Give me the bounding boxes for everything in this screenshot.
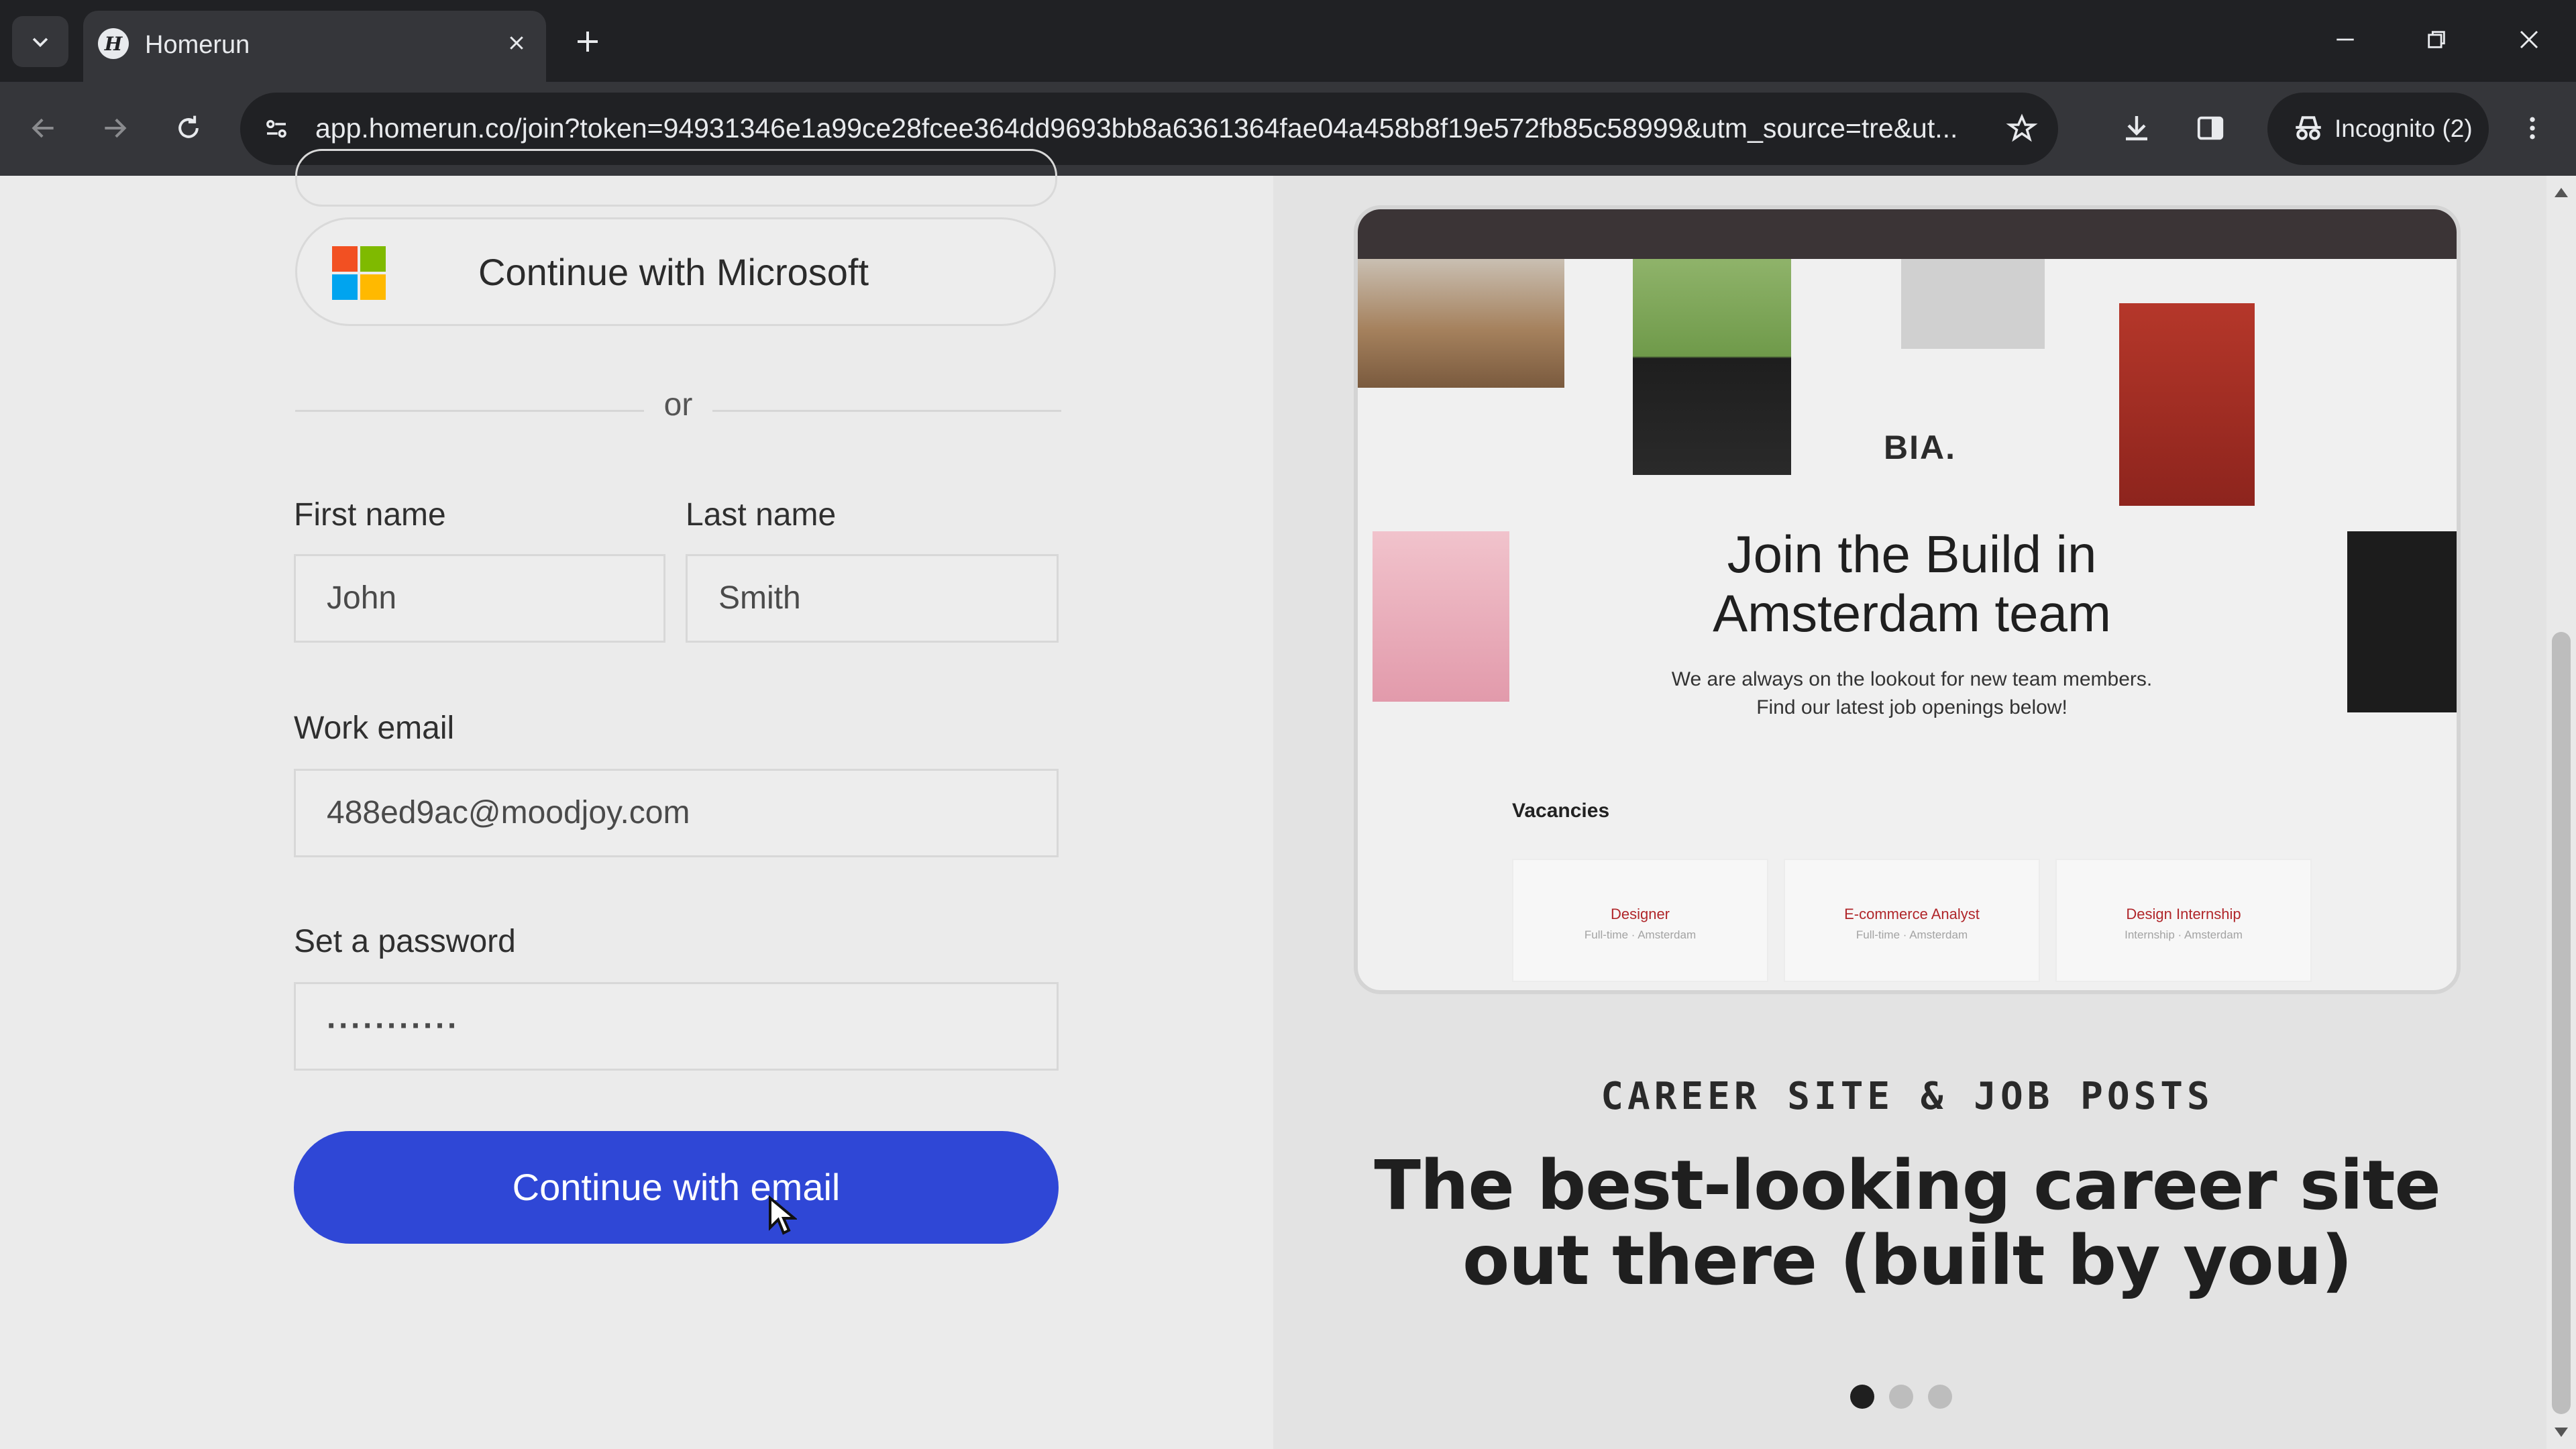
career-site-preview: BIA. Join the Build in Amsterdam team We… <box>1354 205 2461 994</box>
incognito-icon <box>2296 116 2321 140</box>
promo-eyebrow: CAREER SITE & JOB POSTS <box>1601 1075 2214 1118</box>
walking-person-photo <box>1901 259 2045 349</box>
vacancy-meta: Full-time · Amsterdam <box>1584 928 1697 941</box>
vacancies-heading: Vacancies <box>1512 800 1610 822</box>
work-email-label: Work email <box>294 710 455 746</box>
vacancy-meta: Full-time · Amsterdam <box>1856 928 1968 941</box>
page-scrollbar[interactable] <box>2546 176 2576 1449</box>
minimize-button[interactable] <box>2312 12 2379 67</box>
carousel-dots <box>1850 1385 1952 1409</box>
continue-with-microsoft-button[interactable]: Continue with Microsoft <box>295 217 1056 326</box>
first-name-label: First name <box>294 497 446 533</box>
vacancy-card: Design Internship Internship · Amsterdam <box>2055 859 2312 982</box>
password-label: Set a password <box>294 924 516 959</box>
desert-photo <box>1358 259 1564 388</box>
carousel-dot[interactable] <box>1850 1385 1874 1409</box>
side-panel-button[interactable] <box>2180 98 2241 158</box>
vacancy-title: E-commerce Analyst <box>1844 906 1980 922</box>
restore-icon <box>2428 31 2445 48</box>
preview-subtitle: We are always on the lookout for new tea… <box>1671 668 2153 718</box>
company-logo: BIA. <box>1884 429 1956 466</box>
vacancy-card: Designer Full-time · Amsterdam <box>1512 859 1768 982</box>
scroll-thumb[interactable] <box>2552 632 2571 1414</box>
or-divider-text: or <box>663 387 693 423</box>
site-info-icon <box>266 119 286 138</box>
vacancy-title: Designer <box>1610 906 1670 922</box>
tab-title: Homerun <box>145 31 250 59</box>
minimize-icon <box>2337 38 2354 41</box>
incognito-indicator[interactable]: Incognito (2) <box>2267 93 2489 165</box>
previous-sso-button[interactable] <box>295 149 1057 207</box>
carousel-dot[interactable] <box>1889 1385 1913 1409</box>
close-icon <box>2520 30 2538 49</box>
password-input[interactable]: ··········· <box>294 982 1059 1071</box>
tab-close-button[interactable] <box>496 23 537 63</box>
close-window-button[interactable] <box>2496 12 2563 67</box>
reload-button[interactable] <box>158 98 219 158</box>
mask-photo <box>2347 531 2457 712</box>
bookmark-button[interactable] <box>2000 107 2043 150</box>
perfume-bottle-photo <box>2119 303 2255 506</box>
back-icon <box>32 118 54 138</box>
new-tab-button[interactable] <box>564 17 612 66</box>
hat-person-photo <box>1633 259 1791 475</box>
site-info-button[interactable] <box>255 107 298 150</box>
url-text[interactable]: app.homerun.co/join?token=94931346e1a99c… <box>315 113 1966 144</box>
downloads-button[interactable] <box>2106 98 2167 158</box>
work-email-input[interactable]: 488ed9ac@moodjoy.com <box>294 769 1059 857</box>
first-name-input[interactable]: John <box>294 554 665 643</box>
continue-with-email-button[interactable]: Continue with email <box>294 1131 1059 1244</box>
back-button[interactable] <box>13 98 74 158</box>
microsoft-button-label: Continue with Microsoft <box>478 251 869 293</box>
divider-line <box>712 410 1061 412</box>
vacancy-meta: Internship · Amsterdam <box>2125 928 2243 941</box>
incognito-label: Incognito (2) <box>2334 115 2473 142</box>
restore-button[interactable] <box>2403 12 2470 67</box>
tab-search-button[interactable] <box>12 16 68 67</box>
browser-menu-button[interactable] <box>2502 98 2563 158</box>
plus-icon <box>578 32 598 52</box>
divider-line <box>295 410 644 412</box>
promo-panel: BIA. Join the Build in Amsterdam team We… <box>1273 176 2546 1449</box>
cursor-icon <box>769 1195 797 1235</box>
pink-chair-photo <box>1373 531 1509 702</box>
star-icon <box>2006 113 2038 142</box>
tab-bar: H Homerun <box>0 0 2576 82</box>
microsoft-logo-icon <box>332 246 386 300</box>
scroll-up-arrow-icon[interactable] <box>2555 188 2568 197</box>
preview-top-bar <box>1358 209 2457 259</box>
reload-icon <box>178 115 199 138</box>
tab-search-icon <box>32 38 48 48</box>
homerun-favicon-icon: H <box>98 28 129 59</box>
page-content: Continue with Microsoft or First name Jo… <box>0 149 2576 1449</box>
signup-panel: Continue with Microsoft or First name Jo… <box>0 149 1273 1449</box>
forward-button[interactable] <box>85 98 145 158</box>
vacancy-title: Design Internship <box>2126 906 2241 922</box>
last-name-label: Last name <box>686 497 837 533</box>
vacancy-card: E-commerce Analyst Full-time · Amsterdam <box>1784 859 2040 982</box>
close-icon <box>510 36 523 50</box>
carousel-dot[interactable] <box>1928 1385 1952 1409</box>
browser-tab[interactable]: H Homerun <box>83 11 546 82</box>
promo-headline: The best-looking career site out there (… <box>1374 1146 2440 1301</box>
last-name-input[interactable]: Smith <box>686 554 1059 643</box>
preview-title: Join the Build in Amsterdam team <box>1713 525 2111 643</box>
side-panel-icon <box>2197 116 2224 140</box>
download-icon <box>2126 116 2147 141</box>
scroll-down-arrow-icon[interactable] <box>2555 1428 2568 1437</box>
menu-icon <box>2530 117 2535 140</box>
forward-icon <box>105 118 127 138</box>
